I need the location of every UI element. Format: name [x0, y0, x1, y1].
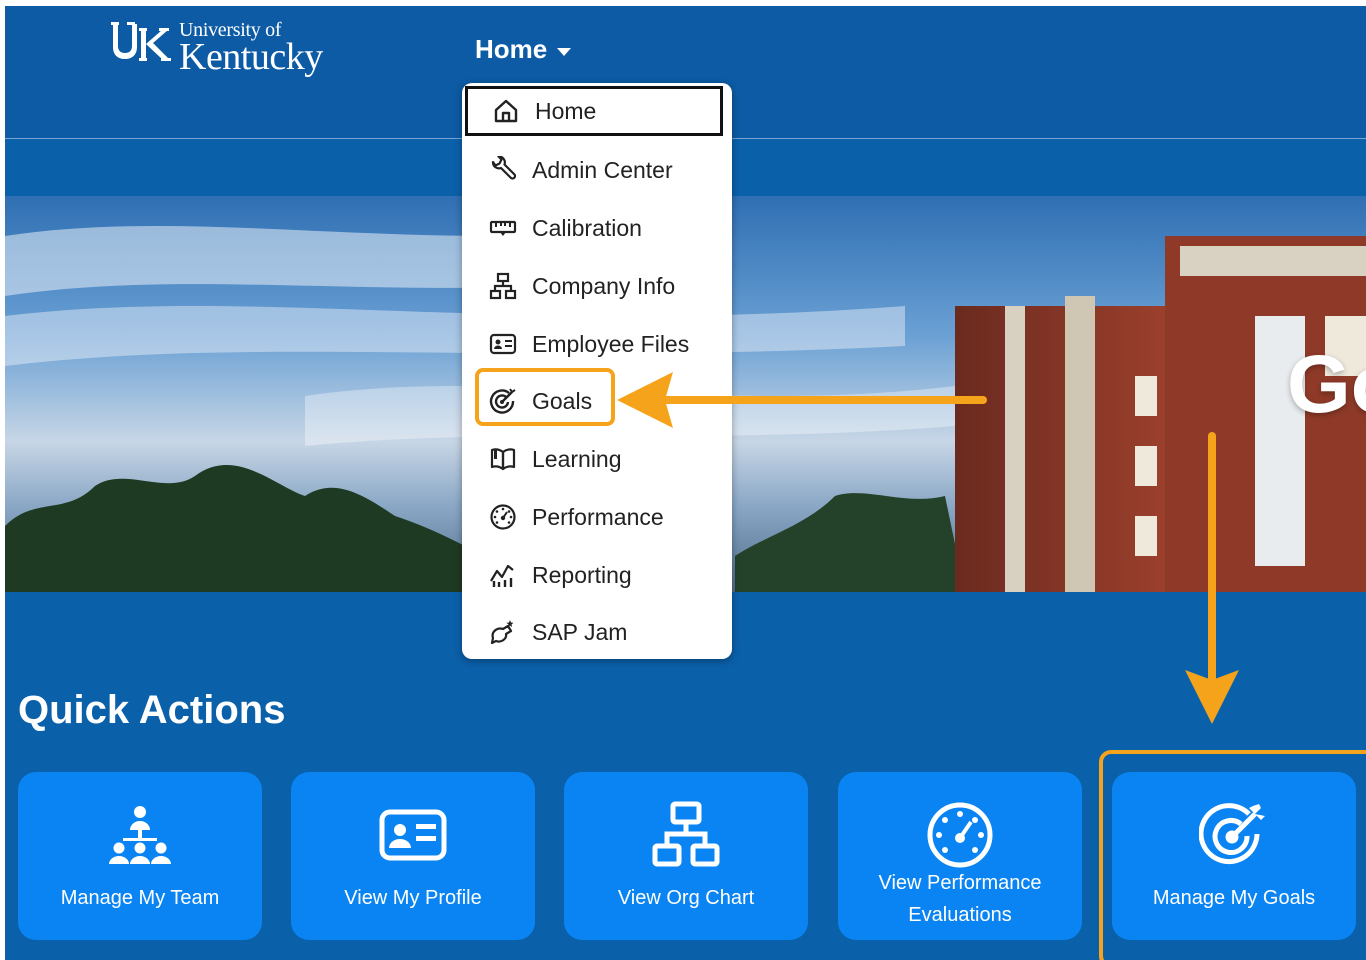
- tile-label: Manage My Team: [60, 887, 220, 909]
- tile-label: View My Profile: [344, 887, 482, 909]
- menu-item-goals[interactable]: Goals: [462, 376, 732, 426]
- gauge-icon: [486, 500, 520, 534]
- menu-item-learning[interactable]: Learning: [462, 434, 732, 484]
- id-card-icon: [486, 327, 520, 361]
- menu-item-label: Reporting: [532, 561, 632, 588]
- view-performance-evaluations-tile[interactable]: View Performance Evaluations: [838, 772, 1082, 940]
- tile-label: Manage My Goals: [1152, 887, 1316, 909]
- home-nav-dropdown[interactable]: Home: [475, 34, 572, 65]
- view-my-profile-tile[interactable]: View My Profile: [291, 772, 535, 940]
- manage-my-goals-tile[interactable]: Manage My Goals: [1112, 772, 1356, 940]
- menu-item-home[interactable]: Home: [465, 86, 723, 136]
- org-chart-icon: [486, 269, 520, 303]
- menu-item-sap-jam[interactable]: SAP Jam: [462, 607, 732, 657]
- chart-icon: [486, 558, 520, 592]
- calibration-icon: [486, 211, 520, 245]
- logo-wordmark: University of Kentucky: [179, 18, 323, 76]
- id-card-icon: [291, 800, 535, 870]
- menu-item-label: Company Info: [532, 272, 676, 299]
- menu-item-label: SAP Jam: [532, 618, 628, 645]
- book-icon: [486, 442, 520, 476]
- hero-title: Go: [1287, 339, 1366, 430]
- org-chart-icon: [564, 800, 808, 870]
- menu-item-admin-center[interactable]: Admin Center: [462, 145, 732, 195]
- menu-item-label: Employee Files: [532, 330, 690, 357]
- tile-label: View Performance Evaluations: [878, 872, 1042, 926]
- target-icon: [1112, 800, 1356, 870]
- wrench-icon: [486, 153, 520, 187]
- target-icon: [486, 384, 520, 418]
- menu-item-employee-files[interactable]: Employee Files: [462, 319, 732, 369]
- view-org-chart-tile[interactable]: View Org Chart: [564, 772, 808, 940]
- menu-item-label: Goals: [532, 387, 593, 414]
- menu-item-reporting[interactable]: Reporting: [462, 550, 732, 600]
- menu-item-label: Admin Center: [532, 156, 673, 183]
- menu-item-company-info[interactable]: Company Info: [462, 261, 732, 311]
- home-dropdown-menu: Home Admin Center Calibration Company In…: [462, 83, 732, 659]
- menu-item-label: Home: [535, 97, 597, 124]
- menu-item-label: Performance: [532, 503, 664, 530]
- uk-logo-icon: [111, 22, 171, 61]
- menu-item-label: Learning: [532, 445, 622, 472]
- home-icon: [489, 94, 523, 128]
- team-icon: [18, 800, 262, 870]
- menu-item-calibration[interactable]: Calibration: [462, 203, 732, 253]
- menu-item-performance[interactable]: Performance: [462, 492, 732, 542]
- home-nav-label: Home: [475, 34, 548, 64]
- gauge-icon: [838, 800, 1082, 870]
- menu-item-label: Calibration: [532, 214, 642, 241]
- manage-my-team-tile[interactable]: Manage My Team: [18, 772, 262, 940]
- quick-actions-heading: Quick Actions: [18, 688, 286, 732]
- page-frame: University of Kentucky Home G Quick Acti…: [5, 6, 1366, 960]
- university-logo[interactable]: University of Kentucky: [109, 18, 323, 82]
- logo-line2: Kentucky: [179, 36, 323, 78]
- tile-label: View Org Chart: [617, 887, 755, 909]
- chevron-down-icon: [557, 47, 572, 56]
- collaboration-icon: [486, 615, 520, 649]
